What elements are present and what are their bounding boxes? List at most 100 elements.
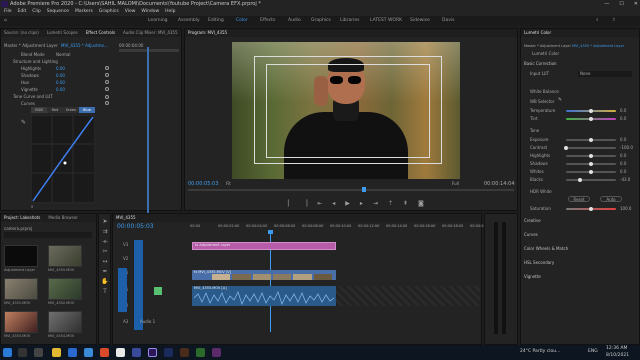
timeline-timecode[interactable]: 00:00:05:03 bbox=[117, 223, 154, 230]
hand-tool-icon[interactable]: ✋ bbox=[101, 278, 109, 286]
quality-dropdown[interactable]: Full bbox=[452, 181, 459, 186]
reset-param-icon[interactable] bbox=[105, 101, 109, 105]
tab-lumetri-scopes[interactable]: Lumetri Scopes bbox=[47, 29, 78, 37]
structure-section[interactable]: Structure and Lighting bbox=[13, 59, 58, 64]
chrome-icon[interactable] bbox=[116, 348, 125, 357]
edge-icon[interactable] bbox=[68, 348, 77, 357]
ripple-edit-tool-icon[interactable]: ⟛ bbox=[101, 238, 109, 246]
tab-effect-controls[interactable]: Effect Controls bbox=[86, 29, 115, 37]
mark-out-icon[interactable]: ▕ bbox=[303, 200, 308, 207]
tone-knob-1[interactable] bbox=[564, 146, 568, 150]
tone-value-3[interactable]: 0.0 bbox=[620, 161, 626, 166]
start-icon[interactable] bbox=[3, 348, 12, 357]
project-item-thumb[interactable] bbox=[4, 278, 38, 300]
home-icon[interactable]: ⌂ bbox=[4, 16, 7, 26]
workspace-color[interactable]: Color bbox=[236, 16, 248, 26]
channel-red[interactable]: Red bbox=[47, 107, 63, 113]
saturation-knob[interactable] bbox=[589, 207, 593, 211]
menu-edit[interactable]: Edit bbox=[18, 8, 27, 16]
tone-slider-5[interactable] bbox=[566, 179, 616, 181]
task-view-icon[interactable] bbox=[34, 348, 43, 357]
tone-value-0[interactable]: 0.0 bbox=[620, 137, 626, 142]
app-icon[interactable] bbox=[212, 348, 221, 357]
project-item-thumb[interactable] bbox=[48, 278, 82, 300]
workspace-editing[interactable]: Editing bbox=[208, 16, 224, 26]
param-vignette-value[interactable]: 0.00 bbox=[56, 87, 65, 92]
timeline-ruler[interactable]: 00:00 00:00:02:00 00:00:04:00 00:00:06:00 00… bbox=[190, 224, 491, 234]
tone-value-5[interactable]: -43.0 bbox=[620, 177, 630, 182]
menu-help[interactable]: Help bbox=[165, 8, 175, 16]
project-item-thumb[interactable] bbox=[4, 311, 38, 333]
reset-param-icon[interactable] bbox=[105, 73, 109, 77]
ec-mini-timeline[interactable] bbox=[119, 49, 179, 52]
search-icon[interactable]: ⌕ bbox=[596, 16, 599, 26]
tone-slider-1[interactable] bbox=[566, 147, 616, 149]
tone-knob-3[interactable] bbox=[589, 162, 593, 166]
vignette-section[interactable]: Vignette bbox=[524, 274, 541, 279]
tab-source[interactable]: Source: (no clips) bbox=[4, 29, 39, 37]
saturation-value[interactable]: 100.0 bbox=[620, 206, 631, 211]
workspace-learning[interactable]: Learning bbox=[148, 16, 168, 26]
teams-icon[interactable] bbox=[132, 348, 141, 357]
channel-rgb[interactable]: RGB bbox=[31, 107, 47, 113]
export-icon[interactable]: ⇪ bbox=[612, 16, 616, 26]
curves-label[interactable]: Curves bbox=[21, 101, 35, 106]
maximize-button[interactable]: ☐ bbox=[619, 0, 623, 8]
basic-correction-section[interactable]: Basic Correction bbox=[524, 61, 557, 66]
color-wheels-section[interactable]: Color Wheels & Match bbox=[524, 246, 568, 251]
menu-window[interactable]: Window bbox=[141, 8, 159, 16]
menu-file[interactable]: File bbox=[4, 8, 12, 16]
track-select-tool-icon[interactable]: ⇉ bbox=[101, 228, 109, 236]
office-icon[interactable] bbox=[100, 348, 109, 357]
menu-view[interactable]: View bbox=[125, 8, 136, 16]
tab-media-browser[interactable]: Media Browser bbox=[48, 214, 78, 222]
close-button[interactable]: ✕ bbox=[634, 0, 638, 8]
project-item-thumb[interactable] bbox=[48, 245, 82, 267]
step-back-icon[interactable]: ◂ bbox=[332, 200, 335, 207]
program-scrub-bar[interactable] bbox=[188, 189, 514, 191]
export-frame-icon[interactable]: ◙ bbox=[418, 200, 424, 207]
reset-param-icon[interactable] bbox=[105, 95, 109, 99]
go-to-out-icon[interactable]: ⇥ bbox=[373, 200, 378, 207]
param-shadows-value[interactable]: 0.00 bbox=[56, 73, 65, 78]
clock-time[interactable]: 12:36 AM bbox=[606, 346, 627, 351]
ec-playhead[interactable] bbox=[147, 47, 149, 227]
fit-dropdown[interactable]: Fit bbox=[226, 181, 231, 186]
reset-param-icon[interactable] bbox=[105, 66, 109, 70]
mark-in-icon[interactable]: ▏ bbox=[288, 200, 293, 207]
menu-graphics[interactable]: Graphics bbox=[99, 8, 119, 16]
tone-knob-5[interactable] bbox=[578, 178, 582, 182]
photoshop-icon[interactable] bbox=[164, 348, 173, 357]
workspace-audio[interactable]: Audio bbox=[288, 16, 301, 26]
go-to-in-icon[interactable]: ⇤ bbox=[317, 200, 322, 207]
project-item-thumb[interactable] bbox=[4, 245, 38, 267]
project-search-input[interactable] bbox=[4, 232, 92, 238]
slip-tool-icon[interactable]: ↔ bbox=[101, 258, 109, 266]
curve-graph[interactable] bbox=[31, 115, 95, 203]
eyedropper-icon[interactable]: ✎ bbox=[558, 97, 562, 103]
temperature-knob[interactable] bbox=[589, 109, 593, 113]
workspace-graphics[interactable]: Graphics bbox=[311, 16, 331, 26]
tone-knob-0[interactable] bbox=[589, 138, 593, 142]
tone-value-1[interactable]: -100.0 bbox=[620, 145, 633, 150]
playhead-handle[interactable] bbox=[268, 230, 273, 234]
ec-clip-label[interactable]: MVI_4355 * Adjustme... bbox=[61, 43, 108, 48]
lumetri-clip[interactable]: MVI_4355 * Adjustment Layer bbox=[572, 44, 624, 48]
eyedropper-icon[interactable]: ✎ bbox=[21, 119, 26, 126]
reset-button[interactable]: Reset bbox=[568, 196, 590, 202]
menu-markers[interactable]: Markers bbox=[75, 8, 93, 16]
menu-clip[interactable]: Clip bbox=[32, 8, 41, 16]
tone-value-4[interactable]: 0.0 bbox=[620, 169, 626, 174]
workspace-latest-work[interactable]: LATEST WORK bbox=[370, 16, 402, 26]
tone-knob-2[interactable] bbox=[589, 154, 593, 158]
tab-lumetri-color[interactable]: Lumetri Color bbox=[524, 29, 551, 37]
tab-project[interactable]: Project: Lakeshots bbox=[4, 214, 40, 222]
type-tool-icon[interactable]: T bbox=[101, 288, 109, 296]
razor-tool-icon[interactable]: ✂ bbox=[101, 248, 109, 256]
input-lut-dropdown[interactable]: None bbox=[578, 71, 632, 77]
solo-track-button[interactable] bbox=[154, 287, 162, 295]
program-playhead[interactable] bbox=[362, 187, 366, 192]
workspace-davis[interactable]: Davis bbox=[442, 16, 454, 26]
workspace-sidewise[interactable]: Sidewise bbox=[410, 16, 430, 26]
store-icon[interactable] bbox=[84, 348, 93, 357]
